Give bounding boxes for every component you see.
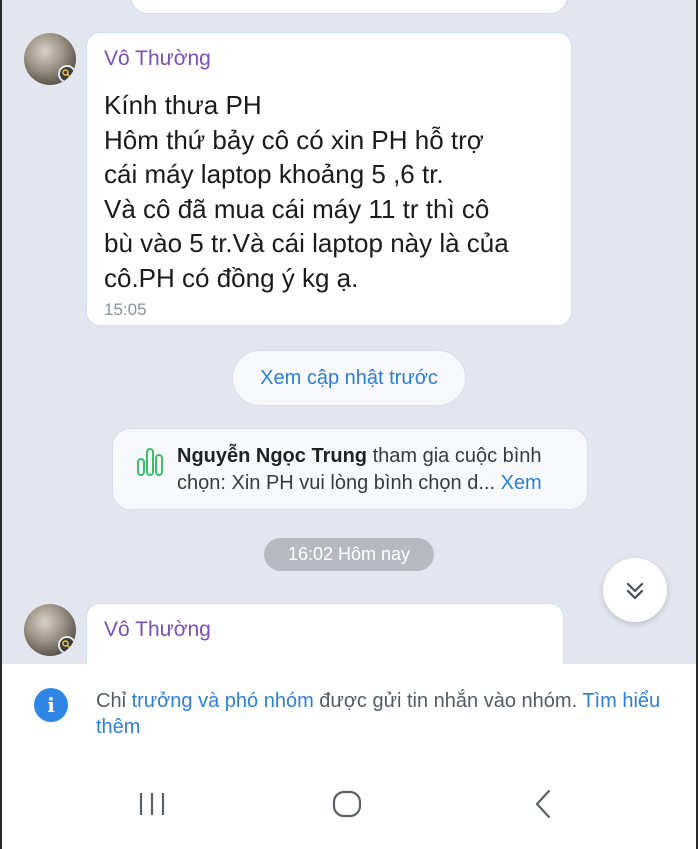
poll-chart-icon [137,448,163,476]
poll-view-link[interactable]: Xem [501,472,542,494]
chevron-double-down-icon [626,582,644,600]
group-admins-link[interactable]: trưởng và phó nhóm [132,690,314,712]
sender-avatar[interactable] [24,604,76,656]
notice-prefix: Chỉ [96,690,132,712]
message-bubble[interactable]: Vô Thường Kính thưa PH Hôm thứ bảy cô có… [86,32,572,326]
key-badge-icon [58,65,76,83]
chat-area[interactable]: Vô Thường Kính thưa PH Hôm thứ bảy cô có… [0,0,698,664]
message-bubble[interactable]: Vô Thường [86,603,564,664]
sender-name[interactable]: Vô Thường [104,618,211,642]
group-permission-notice: i Chỉ trưởng và phó nhóm được gửi tin nh… [0,664,698,760]
poll-activity-card[interactable]: Nguyễn Ngọc Trung tham gia cuộc bình chọ… [112,428,588,510]
recent-apps-icon[interactable] [136,788,168,820]
poll-actor-name[interactable]: Nguyễn Ngọc Trung [177,445,367,467]
back-icon[interactable] [528,788,560,820]
load-previous-button[interactable]: Xem cập nhật trước [232,350,466,406]
message-time: 15:05 [104,300,147,319]
sender-avatar[interactable] [24,33,76,85]
poll-activity-text: Nguyễn Ngọc Trung tham gia cuộc bình chọ… [177,443,577,497]
system-navigation-bar [0,760,698,849]
info-icon: i [34,688,68,722]
date-separator: 16:02 Hôm nay [264,538,434,571]
notice-middle: được gửi tin nhắn vào nhóm. [313,690,583,712]
message-text: Kính thưa PH Hôm thứ bảy cô có xin PH hỗ… [104,90,509,293]
poll-title: Xin PH vui lòng bình chọn d... [231,472,496,494]
sender-name[interactable]: Vô Thường [104,47,211,71]
key-badge-icon [58,636,76,654]
previous-message-card[interactable] [130,0,568,14]
notice-text: Chỉ trưởng và phó nhóm được gửi tin nhắn… [96,688,666,740]
home-icon[interactable] [331,788,363,820]
scroll-to-bottom-button[interactable] [603,558,667,622]
